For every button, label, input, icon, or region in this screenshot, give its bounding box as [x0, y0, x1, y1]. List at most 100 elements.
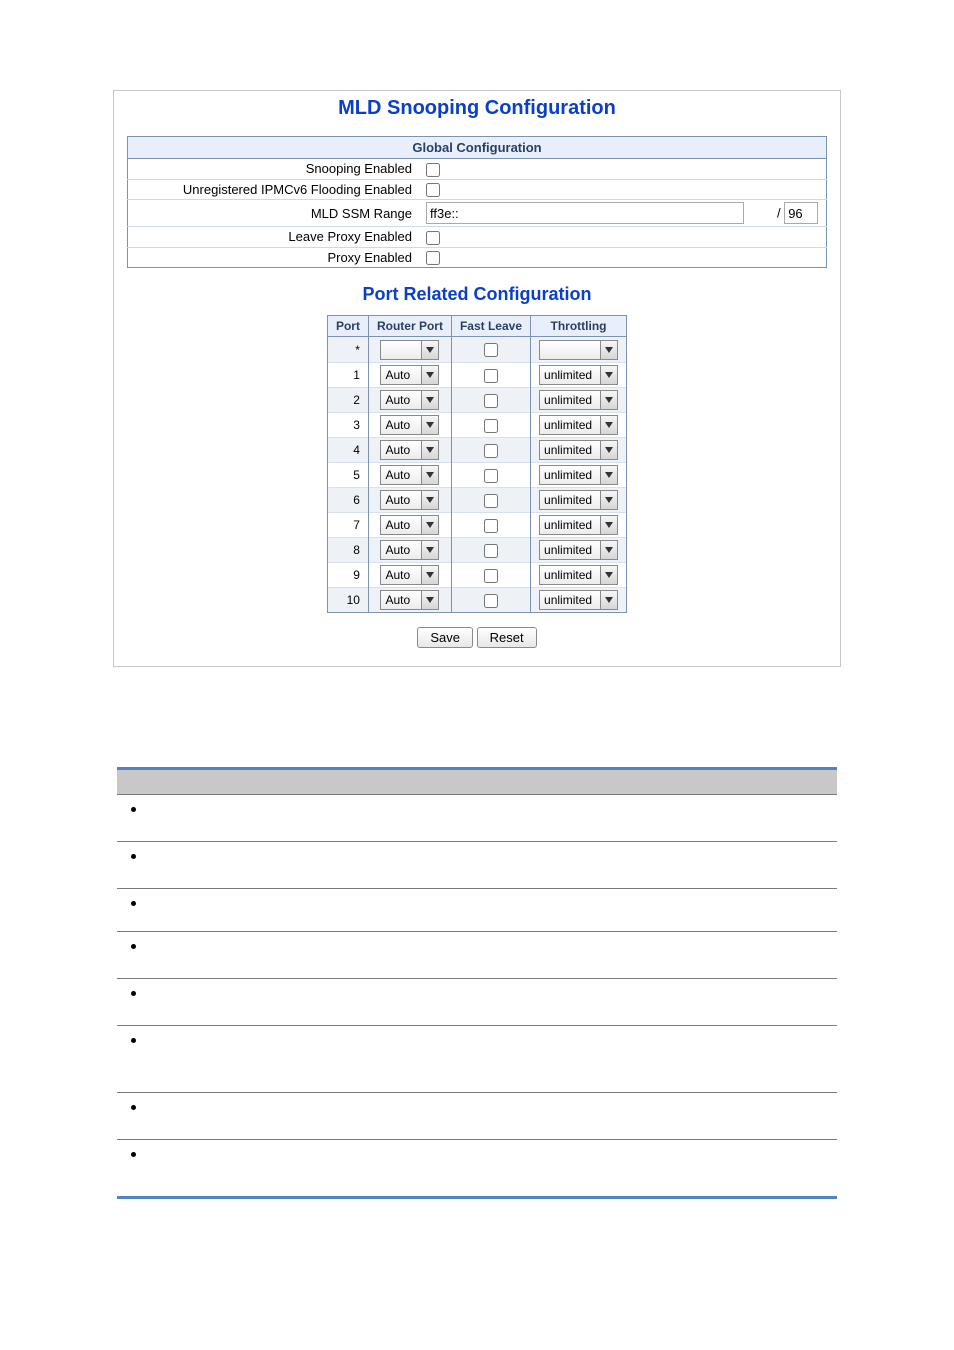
dropdown-icon	[600, 591, 617, 609]
dropdown-icon	[421, 541, 438, 559]
dropdown-icon	[421, 416, 438, 434]
reset-button[interactable]: Reset	[477, 627, 537, 648]
router-port-select[interactable]: Auto	[380, 365, 439, 385]
dropdown-icon	[600, 366, 617, 384]
fast-leave-checkbox[interactable]	[484, 494, 498, 508]
desc-object-cell	[117, 932, 315, 979]
router-port-select[interactable]: Auto	[380, 515, 439, 535]
desc-object-cell	[117, 1026, 315, 1093]
col-fast: Fast Leave	[451, 316, 530, 337]
throttling-value: unlimited	[540, 518, 600, 532]
router-port-select[interactable]: Auto	[380, 565, 439, 585]
ssm-range-input[interactable]	[426, 202, 744, 224]
router-port-select[interactable]: Auto	[380, 440, 439, 460]
config-panel: MLD Snooping Configuration Global Config…	[113, 90, 841, 667]
port-row: *	[327, 337, 626, 363]
throttling-select[interactable]: unlimited	[539, 515, 618, 535]
dropdown-icon	[421, 566, 438, 584]
throttling-select[interactable]: unlimited	[539, 590, 618, 610]
global-config-table: Global Configuration Snooping Enabled Un…	[127, 136, 827, 268]
router-port-select[interactable]: Auto	[380, 590, 439, 610]
port-row: 3 Auto unlimited	[327, 413, 626, 438]
throttling-select[interactable]: unlimited	[539, 565, 618, 585]
router-port-value: Auto	[381, 443, 421, 457]
snooping-enabled-checkbox[interactable]	[426, 163, 440, 177]
fast-leave-checkbox[interactable]	[484, 394, 498, 408]
leave-proxy-checkbox[interactable]	[426, 231, 440, 245]
desc-row	[117, 795, 837, 842]
desc-object-cell	[117, 1093, 315, 1140]
port-id: 4	[327, 438, 368, 463]
desc-row	[117, 1026, 837, 1093]
router-port-value: Auto	[381, 393, 421, 407]
fast-leave-checkbox[interactable]	[484, 469, 498, 483]
throttling-select[interactable]: unlimited	[539, 365, 618, 385]
proxy-enabled-checkbox[interactable]	[426, 251, 440, 265]
port-row: 10Autounlimited	[327, 588, 626, 613]
port-id: *	[327, 337, 368, 363]
desc-object-cell	[117, 1140, 315, 1198]
desc-row	[117, 842, 837, 889]
router-port-select[interactable]: Auto	[380, 490, 439, 510]
throttling-select[interactable]: unlimited	[539, 490, 618, 510]
throttling-select[interactable]: unlimited	[539, 390, 618, 410]
port-id: 6	[327, 488, 368, 513]
throttling-select[interactable]: unlimited	[539, 415, 618, 435]
global-section-header: Global Configuration	[128, 137, 827, 159]
desc-object-cell	[117, 842, 315, 889]
leave-proxy-label: Leave Proxy Enabled	[128, 227, 423, 248]
dropdown-icon	[600, 491, 617, 509]
throttling-select[interactable]: unlimited	[539, 440, 618, 460]
dropdown-icon	[421, 441, 438, 459]
desc-row	[117, 889, 837, 932]
port-row: 2 Auto unlimited	[327, 388, 626, 413]
port-id: 3	[327, 413, 368, 438]
throttling-select[interactable]: unlimited	[539, 540, 618, 560]
fast-leave-checkbox[interactable]	[484, 519, 498, 533]
port-config-table: Port Router Port Fast Leave Throttling *…	[327, 315, 627, 613]
dropdown-icon	[600, 441, 617, 459]
port-id: 2	[327, 388, 368, 413]
bullet-icon	[131, 944, 136, 949]
router-port-value: Auto	[381, 593, 421, 607]
router-port-select[interactable]: Auto	[380, 465, 439, 485]
throttling-select[interactable]	[539, 340, 618, 360]
save-button[interactable]: Save	[417, 627, 473, 648]
fast-leave-checkbox[interactable]	[484, 544, 498, 558]
fast-leave-checkbox[interactable]	[484, 444, 498, 458]
desc-header-right	[315, 769, 837, 795]
throttling-value: unlimited	[540, 368, 600, 382]
router-port-select[interactable]	[380, 340, 439, 360]
fast-leave-checkbox[interactable]	[484, 594, 498, 608]
fast-leave-checkbox[interactable]	[484, 343, 498, 357]
desc-row	[117, 932, 837, 979]
dropdown-icon	[421, 491, 438, 509]
port-id: 5	[327, 463, 368, 488]
router-port-select[interactable]: Auto	[380, 390, 439, 410]
desc-object-cell	[117, 979, 315, 1026]
desc-object-cell	[117, 889, 315, 932]
router-port-select[interactable]: Auto	[380, 540, 439, 560]
port-section-title: Port Related Configuration	[114, 284, 840, 305]
router-port-value: Auto	[381, 418, 421, 432]
unreg-flooding-label: Unregistered IPMCv6 Flooding Enabled	[128, 179, 423, 200]
description-table	[117, 767, 837, 1199]
router-port-select[interactable]: Auto	[380, 415, 439, 435]
bullet-icon	[131, 901, 136, 906]
throttling-value: unlimited	[540, 468, 600, 482]
dropdown-icon	[600, 466, 617, 484]
dropdown-icon	[421, 591, 438, 609]
port-row: 8Autounlimited	[327, 538, 626, 563]
fast-leave-checkbox[interactable]	[484, 419, 498, 433]
desc-text-cell	[315, 1026, 837, 1093]
unreg-flooding-checkbox[interactable]	[426, 183, 440, 197]
throttling-select[interactable]: unlimited	[539, 465, 618, 485]
dropdown-icon	[421, 366, 438, 384]
throttling-value: unlimited	[540, 493, 600, 507]
fast-leave-checkbox[interactable]	[484, 569, 498, 583]
ssm-range-mask-input[interactable]	[784, 202, 818, 224]
fast-leave-checkbox[interactable]	[484, 369, 498, 383]
snooping-enabled-label: Snooping Enabled	[128, 159, 423, 180]
throttling-value: unlimited	[540, 593, 600, 607]
desc-row	[117, 979, 837, 1026]
